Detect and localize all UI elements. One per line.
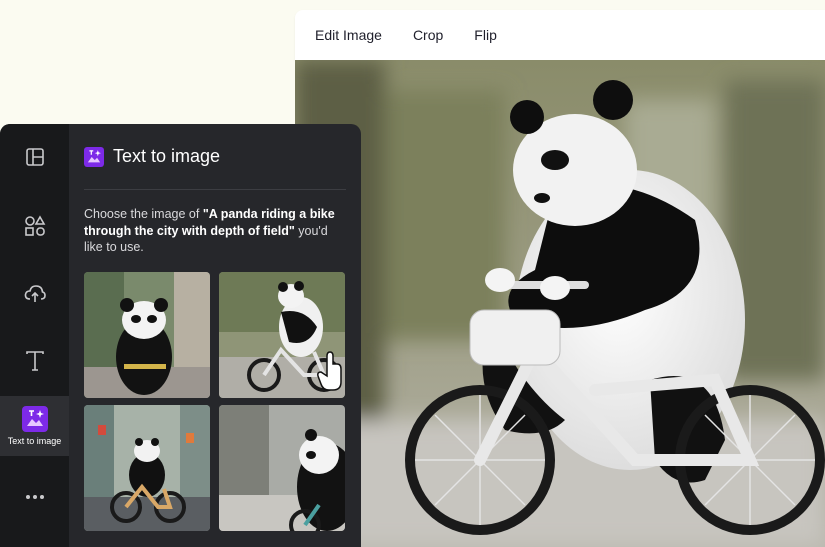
rail-text-to-image[interactable]: Text to image <box>0 396 69 456</box>
rail-uploads[interactable] <box>0 261 69 327</box>
text-to-image-icon <box>21 406 48 432</box>
text-to-image-panel: Text to image Text to image Choose the i… <box>0 124 361 547</box>
result-thumbnail-3[interactable] <box>84 405 210 531</box>
thumbnail-image <box>84 272 210 398</box>
thumbnail-image <box>219 272 345 398</box>
flip-button[interactable]: Flip <box>474 27 497 43</box>
panel-description: Choose the image of "A panda riding a bi… <box>84 206 346 256</box>
rail-text-to-image-label: Text to image <box>7 436 62 446</box>
edit-image-button[interactable]: Edit Image <box>315 27 382 43</box>
result-thumbnail-4[interactable] <box>219 405 345 531</box>
crop-button[interactable]: Crop <box>413 27 443 43</box>
panel-divider <box>84 189 346 190</box>
layout-icon <box>25 148 44 166</box>
panda-bike-image <box>295 60 825 547</box>
upload-icon <box>24 285 46 302</box>
result-thumbnail-1[interactable] <box>84 272 210 398</box>
rail-layout[interactable] <box>0 124 69 190</box>
elements-icon <box>24 215 45 236</box>
rail-elements[interactable] <box>0 193 69 259</box>
more-icon <box>25 495 44 499</box>
text-to-image-icon <box>84 146 104 167</box>
desc-before: Choose the image of <box>84 207 203 221</box>
panel-header: Text to image <box>84 146 220 167</box>
thumbnail-image <box>84 405 210 531</box>
image-toolbar: Edit Image Crop Flip <box>295 10 825 60</box>
side-rail: Text to image <box>0 124 69 547</box>
thumbnail-image <box>219 405 345 531</box>
rail-more[interactable] <box>0 464 69 530</box>
panel-title: Text to image <box>113 146 221 166</box>
result-thumbnail-2[interactable] <box>219 272 345 398</box>
text-icon <box>25 351 44 371</box>
rail-text[interactable] <box>0 328 69 394</box>
design-canvas-image[interactable] <box>295 60 825 547</box>
